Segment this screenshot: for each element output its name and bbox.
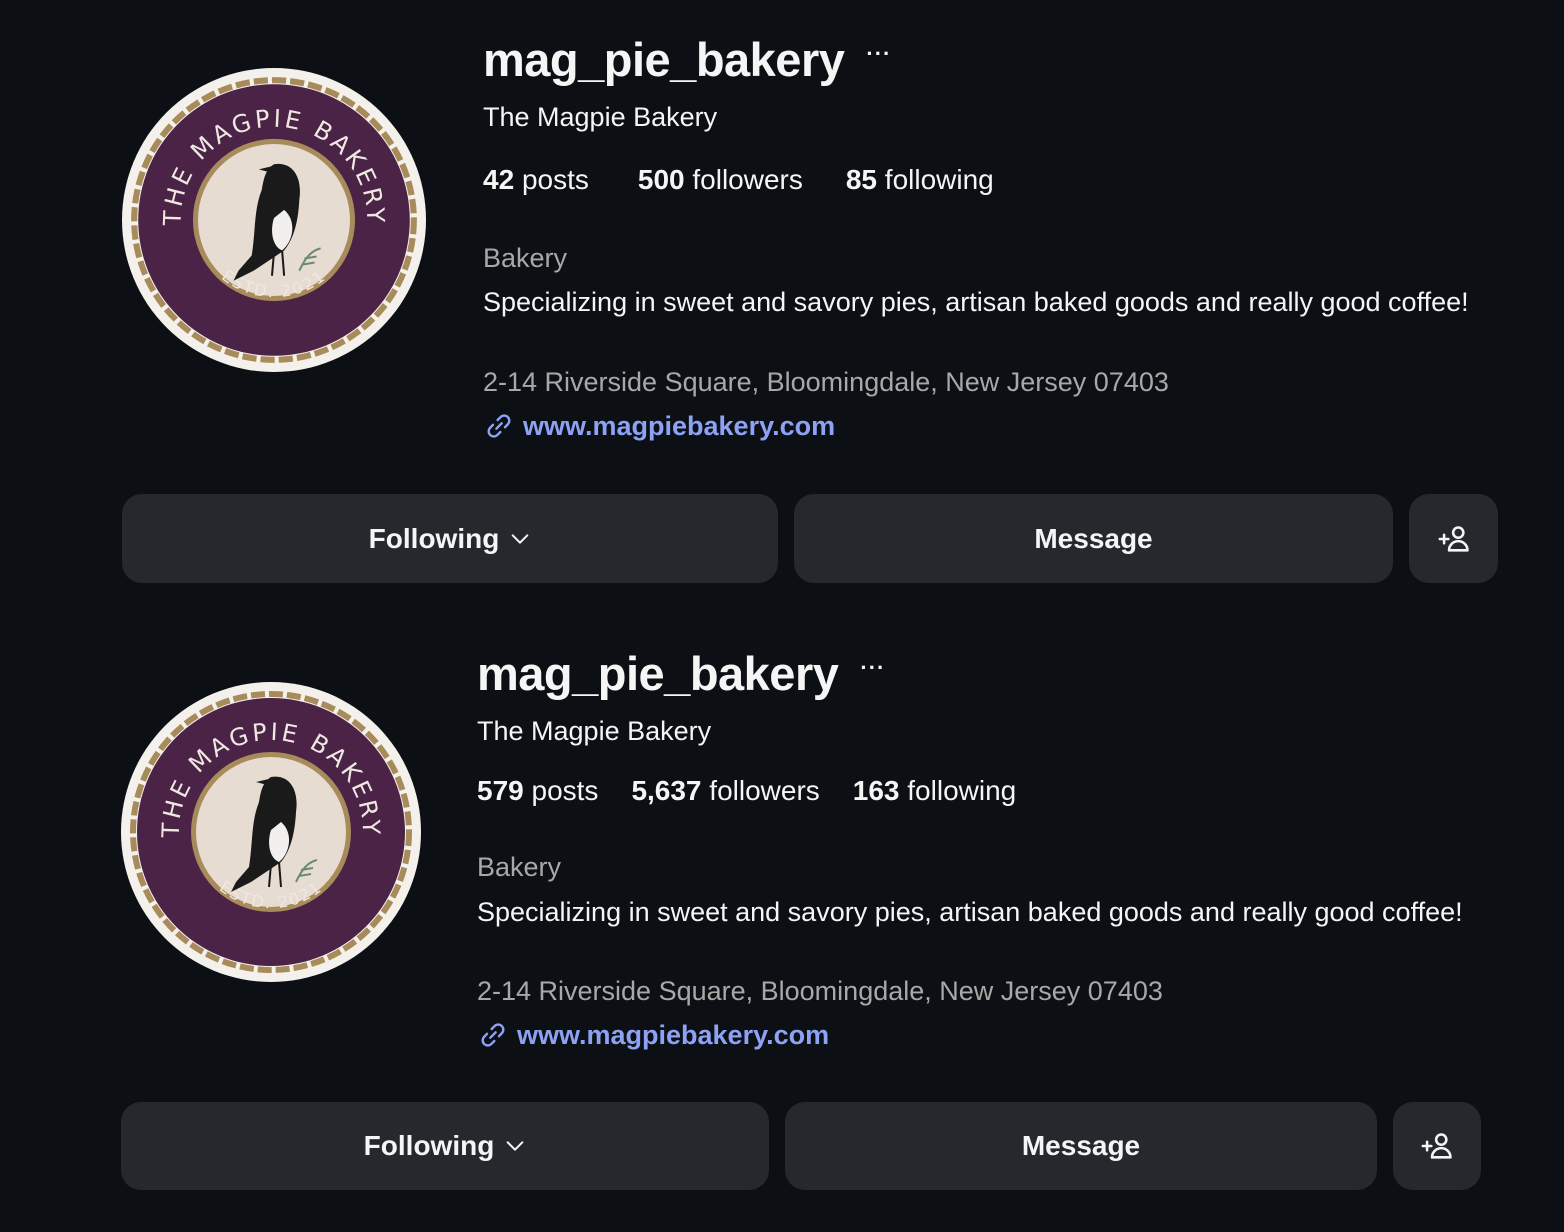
posts-stat[interactable]: 579 posts (477, 775, 598, 807)
category-label: Bakery (477, 852, 562, 882)
link-icon (487, 414, 511, 438)
website-link-row[interactable]: www.magpiebakery.com (483, 410, 835, 442)
message-button-label: Message (1021, 1130, 1141, 1161)
message-button[interactable]: Message (785, 1102, 1377, 1190)
chevron-down-icon (506, 1141, 524, 1151)
message-button-label: Message (1034, 522, 1153, 554)
username: mag_pie_bakery (477, 647, 839, 700)
display-name: The Magpie Bakery (483, 102, 718, 132)
add-user-icon (1421, 1133, 1452, 1159)
add-user-icon (1438, 525, 1469, 552)
profile-avatar[interactable]: THE MAGPIE BAKERY ESTD. 2021 (121, 682, 421, 982)
message-button[interactable]: Message (794, 494, 1393, 583)
display-name: The Magpie Bakery (477, 716, 712, 746)
following-stat[interactable]: 163 following (853, 775, 1016, 807)
website-link[interactable]: www.magpiebakery.com (523, 411, 835, 442)
profile-stats: 579 posts 5,637 followers 163 following (477, 775, 1016, 807)
more-options-icon[interactable]: ··· (866, 41, 891, 67)
website-link-row[interactable]: www.magpiebakery.com (477, 1019, 829, 1051)
following-button[interactable]: Following (122, 494, 778, 583)
following-stat[interactable]: 85 following (846, 164, 994, 196)
following-button-label: Following (368, 522, 500, 554)
username: mag_pie_bakery (483, 33, 845, 86)
followers-stat[interactable]: 500 followers (638, 164, 803, 196)
chevron-down-icon (511, 533, 529, 544)
magpie-bakery-logo: THE MAGPIE BAKERY ESTD. 2021 (125, 686, 417, 978)
add-user-button[interactable] (1393, 1102, 1481, 1190)
bio-text: Specializing in sweet and savory pies, a… (477, 897, 1463, 927)
following-button-label: Following (363, 1130, 495, 1161)
following-button[interactable]: Following (121, 1102, 769, 1190)
link-icon (481, 1023, 505, 1047)
followers-stat[interactable]: 5,637 followers (631, 775, 819, 807)
address-text: 2-14 Riverside Square, Bloomingdale, New… (483, 367, 1169, 397)
profile-avatar[interactable]: THE MAGPIE BAKERY ESTD. 2021 (122, 68, 426, 372)
bio-text: Specializing in sweet and savory pies, a… (483, 287, 1469, 317)
add-user-button[interactable] (1409, 494, 1498, 583)
website-link[interactable]: www.magpiebakery.com (517, 1020, 829, 1051)
more-options-icon[interactable]: ··· (860, 655, 885, 681)
category-label: Bakery (483, 243, 568, 273)
address-text: 2-14 Riverside Square, Bloomingdale, New… (477, 976, 1163, 1006)
posts-stat[interactable]: 42 posts (483, 164, 589, 196)
magpie-bakery-logo: THE MAGPIE BAKERY ESTD. 2021 (126, 72, 422, 368)
profile-stats: 42 posts 500 followers 85 following (483, 164, 994, 196)
